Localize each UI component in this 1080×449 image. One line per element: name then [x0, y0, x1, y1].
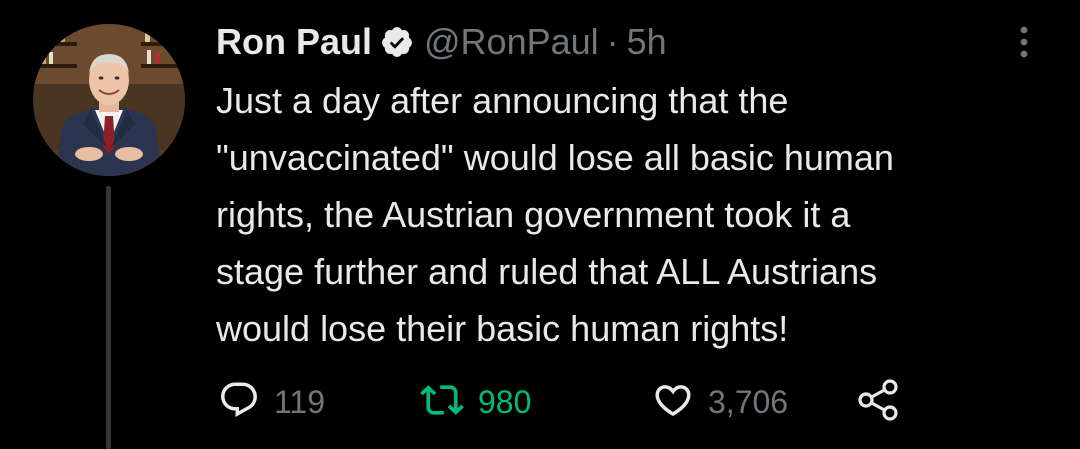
- reply-icon: [218, 379, 260, 426]
- avatar[interactable]: [33, 24, 185, 176]
- like-button[interactable]: 3,706: [652, 374, 788, 430]
- separator-dot: ·: [606, 21, 619, 62]
- verified-badge-icon: [380, 25, 414, 59]
- action-bar: 119 980 3,706: [216, 374, 936, 430]
- author-handle[interactable]: @RonPaul: [424, 21, 599, 63]
- reply-button[interactable]: 119: [218, 374, 325, 430]
- heart-icon: [652, 379, 694, 426]
- author-name[interactable]: Ron Paul: [216, 21, 372, 63]
- more-vertical-icon[interactable]: [1010, 20, 1038, 64]
- retweet-icon: [420, 378, 464, 427]
- reply-count: 119: [274, 383, 326, 420]
- share-button[interactable]: [856, 374, 902, 430]
- tweet-text: Just a day after announcing that the "un…: [216, 80, 894, 349]
- tweet[interactable]: Ron Paul @RonPaul · 5h Just a day after …: [0, 0, 1080, 449]
- like-count: 3,706: [708, 383, 789, 420]
- thread-line: [106, 186, 111, 449]
- retweet-button[interactable]: 980: [420, 374, 531, 430]
- retweet-count: 980: [478, 383, 532, 420]
- share-icon: [856, 377, 902, 428]
- tweet-header: Ron Paul @RonPaul · 5h: [216, 20, 667, 64]
- timestamp[interactable]: 5h: [627, 21, 667, 63]
